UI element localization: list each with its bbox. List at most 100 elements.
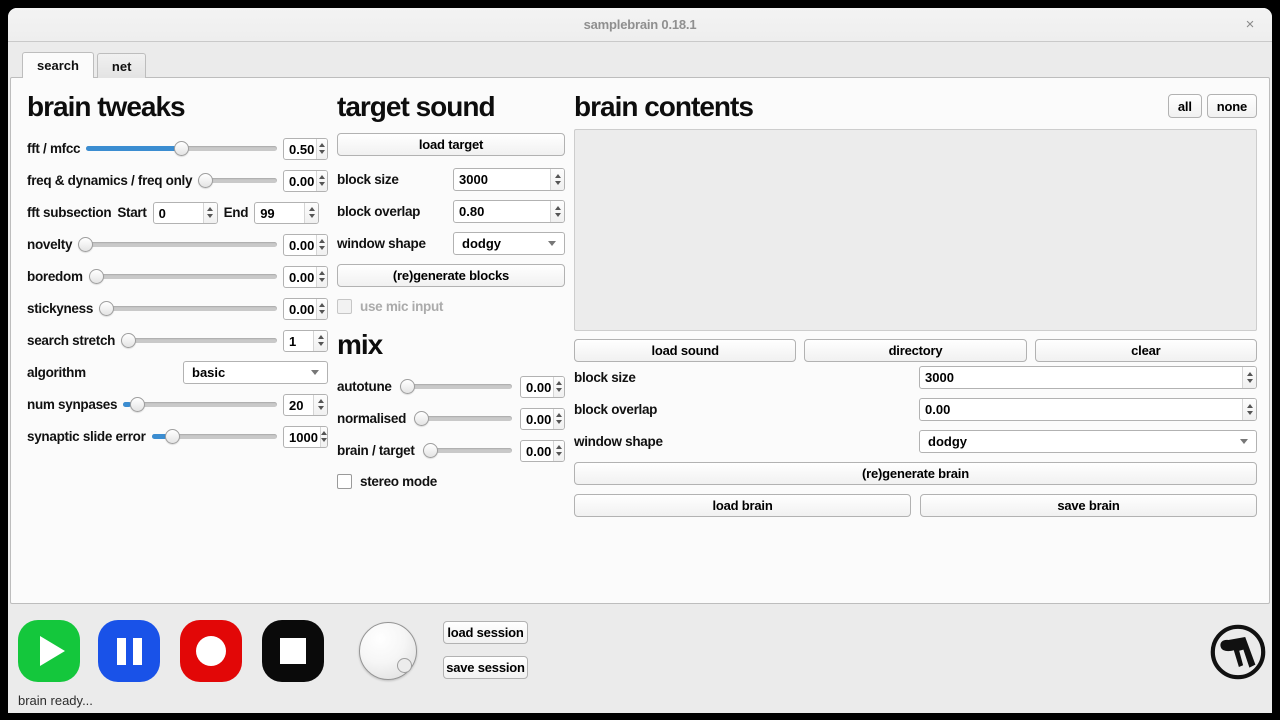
slider-handle[interactable]: [89, 269, 104, 284]
regenerate-brain-button[interactable]: (re)generate brain: [574, 462, 1257, 485]
boredom-slider[interactable]: [89, 269, 277, 285]
spin-down-icon[interactable]: [556, 388, 562, 392]
spin-up-icon[interactable]: [319, 303, 325, 307]
spin-down-icon[interactable]: [319, 278, 325, 282]
close-icon[interactable]: ×: [1240, 15, 1260, 35]
spin-up-icon[interactable]: [207, 207, 213, 211]
tab-net[interactable]: net: [97, 53, 147, 78]
slider-handle[interactable]: [121, 333, 136, 348]
spin-up-icon[interactable]: [555, 206, 561, 210]
normalised-slider[interactable]: [414, 411, 512, 427]
brain-block-size-spinbox[interactable]: 3000: [919, 366, 1257, 389]
brain-target-spinbox[interactable]: 0.00: [520, 440, 565, 462]
spin-up-icon[interactable]: [321, 431, 327, 435]
load-sound-button[interactable]: load sound: [574, 339, 796, 362]
save-session-button[interactable]: save session: [443, 656, 528, 679]
autotune-spinbox[interactable]: 0.00: [520, 376, 565, 398]
load-target-button[interactable]: load target: [337, 133, 565, 156]
stereo-mode-checkbox[interactable]: [337, 474, 352, 489]
normalised-spinbox[interactable]: 0.00: [520, 408, 565, 430]
slider-handle[interactable]: [130, 397, 145, 412]
spin-up-icon[interactable]: [319, 175, 325, 179]
spin-down-icon[interactable]: [318, 342, 324, 346]
spin-down-icon[interactable]: [555, 181, 561, 185]
search-stretch-spinbox[interactable]: 1: [283, 330, 328, 352]
directory-button[interactable]: directory: [804, 339, 1026, 362]
spin-down-icon[interactable]: [319, 182, 325, 186]
spin-up-icon[interactable]: [318, 335, 324, 339]
brain-block-overlap-spinbox[interactable]: 0.00: [919, 398, 1257, 421]
save-brain-button[interactable]: save brain: [920, 494, 1257, 517]
load-session-button[interactable]: load session: [443, 621, 528, 644]
slider-handle[interactable]: [78, 237, 93, 252]
freq-dynamics-slider[interactable]: [198, 173, 277, 189]
clear-button[interactable]: clear: [1035, 339, 1257, 362]
algorithm-dropdown[interactable]: basic: [183, 361, 328, 384]
spin-up-icon[interactable]: [556, 445, 562, 449]
slider-handle[interactable]: [198, 173, 213, 188]
spin-up-icon[interactable]: [319, 143, 325, 147]
stickyness-spinbox[interactable]: 0.00: [283, 298, 328, 320]
spin-down-icon[interactable]: [556, 420, 562, 424]
slider-handle[interactable]: [414, 411, 429, 426]
fft-end-spinbox[interactable]: 99: [254, 202, 319, 224]
use-mic-checkbox[interactable]: [337, 299, 352, 314]
slider-handle[interactable]: [99, 301, 114, 316]
spin-up-icon[interactable]: [1247, 404, 1253, 408]
slider-handle[interactable]: [423, 443, 438, 458]
fft-start-spinbox[interactable]: 0: [153, 202, 218, 224]
aphex-twin-logo: [1208, 622, 1268, 682]
spin-up-icon[interactable]: [556, 413, 562, 417]
spin-down-icon[interactable]: [309, 214, 315, 218]
record-button[interactable]: [180, 620, 242, 682]
spin-up-icon[interactable]: [556, 381, 562, 385]
novelty-spinbox[interactable]: 0.00: [283, 234, 328, 256]
slider-handle[interactable]: [165, 429, 180, 444]
spin-up-icon[interactable]: [319, 271, 325, 275]
spin-up-icon[interactable]: [319, 239, 325, 243]
brain-window-shape-dropdown[interactable]: dodgy: [919, 430, 1257, 453]
load-brain-button[interactable]: load brain: [574, 494, 911, 517]
spin-down-icon[interactable]: [207, 214, 213, 218]
num-synpases-spinbox[interactable]: 20: [283, 394, 328, 416]
autotune-slider[interactable]: [400, 379, 512, 395]
slider-handle[interactable]: [400, 379, 415, 394]
target-block-size-spinbox[interactable]: 3000: [453, 168, 565, 191]
select-none-button[interactable]: none: [1207, 94, 1257, 118]
freq-dynamics-spinbox[interactable]: 0.00: [283, 170, 328, 192]
spin-up-icon[interactable]: [318, 399, 324, 403]
brain-contents-list[interactable]: [574, 129, 1257, 331]
target-block-overlap-spinbox[interactable]: 0.80: [453, 200, 565, 223]
stop-button[interactable]: [262, 620, 324, 682]
spin-down-icon[interactable]: [319, 246, 325, 250]
slider-handle[interactable]: [174, 141, 189, 156]
num-synpases-slider[interactable]: [123, 397, 277, 413]
play-button[interactable]: [18, 620, 80, 682]
novelty-slider[interactable]: [78, 237, 277, 253]
spin-down-icon[interactable]: [318, 406, 324, 410]
boredom-spinbox[interactable]: 0.00: [283, 266, 328, 288]
pause-button[interactable]: [98, 620, 160, 682]
tab-search[interactable]: search: [22, 52, 94, 78]
regenerate-blocks-button[interactable]: (re)generate blocks: [337, 264, 565, 287]
spin-up-icon[interactable]: [1247, 372, 1253, 376]
spin-down-icon[interactable]: [555, 213, 561, 217]
spin-up-icon[interactable]: [555, 174, 561, 178]
spin-down-icon[interactable]: [319, 150, 325, 154]
fft-mfcc-slider[interactable]: [86, 141, 277, 157]
target-window-shape-dropdown[interactable]: dodgy: [453, 232, 565, 255]
fft-mfcc-spinbox[interactable]: 0.50: [283, 138, 328, 160]
spin-down-icon[interactable]: [556, 452, 562, 456]
brain-target-slider[interactable]: [423, 443, 512, 459]
spin-down-icon[interactable]: [1247, 411, 1253, 415]
synaptic-slide-error-slider[interactable]: [152, 429, 277, 445]
synaptic-slide-error-spinbox[interactable]: 1000: [283, 426, 328, 448]
spin-down-icon[interactable]: [321, 438, 327, 442]
spin-up-icon[interactable]: [309, 207, 315, 211]
stickyness-slider[interactable]: [99, 301, 277, 317]
select-all-button[interactable]: all: [1168, 94, 1202, 118]
search-stretch-slider[interactable]: [121, 333, 277, 349]
spin-down-icon[interactable]: [1247, 379, 1253, 383]
spin-down-icon[interactable]: [319, 310, 325, 314]
volume-dial[interactable]: [359, 622, 417, 680]
